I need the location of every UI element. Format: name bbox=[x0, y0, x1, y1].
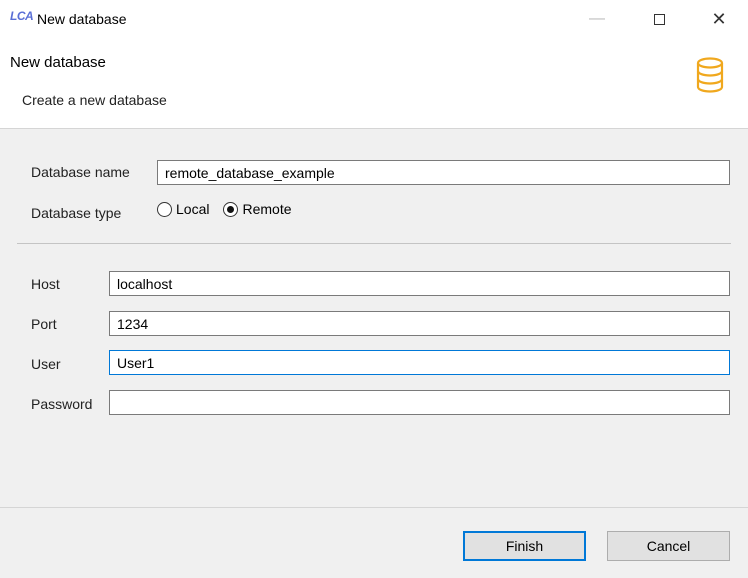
maximize-icon bbox=[653, 13, 665, 25]
form-panel: Database name Database type Local Remote… bbox=[0, 129, 748, 507]
radio-local-label: Local bbox=[176, 201, 210, 217]
password-label: Password bbox=[31, 396, 93, 412]
user-label: User bbox=[31, 356, 61, 372]
title-bar: LCA New database — ✕ bbox=[0, 0, 748, 38]
radio-remote-label: Remote bbox=[242, 201, 292, 217]
button-bar: Finish Cancel bbox=[0, 508, 748, 578]
close-button[interactable]: ✕ bbox=[696, 0, 742, 38]
window-title: New database bbox=[37, 11, 127, 27]
host-label: Host bbox=[31, 276, 60, 292]
radio-remote[interactable]: Remote bbox=[223, 201, 292, 217]
close-icon: ✕ bbox=[711, 8, 727, 29]
section-divider bbox=[17, 243, 731, 244]
host-input[interactable] bbox=[109, 271, 730, 296]
password-input[interactable] bbox=[109, 390, 730, 415]
user-input[interactable] bbox=[109, 350, 730, 375]
maximize-button[interactable] bbox=[636, 0, 682, 38]
page-title: New database bbox=[10, 54, 106, 71]
wizard-header: New database Create a new database bbox=[0, 38, 748, 128]
database-icon bbox=[696, 57, 724, 93]
radio-local-indicator bbox=[157, 201, 172, 217]
database-name-label: Database name bbox=[31, 164, 130, 180]
port-input[interactable] bbox=[109, 311, 730, 336]
radio-remote-indicator bbox=[223, 201, 239, 217]
minimize-button[interactable]: — bbox=[574, 0, 620, 38]
cancel-button[interactable]: Cancel bbox=[607, 531, 730, 561]
port-label: Port bbox=[31, 316, 57, 332]
minimize-icon: — bbox=[589, 10, 605, 27]
finish-button[interactable]: Finish bbox=[463, 531, 586, 561]
database-name-input[interactable] bbox=[157, 160, 730, 185]
radio-local[interactable]: Local bbox=[157, 201, 209, 217]
database-type-radio-group: Local Remote bbox=[157, 201, 306, 217]
page-description: Create a new database bbox=[22, 92, 167, 108]
app-logo-icon: LCA bbox=[10, 9, 34, 23]
database-type-label: Database type bbox=[31, 205, 122, 221]
